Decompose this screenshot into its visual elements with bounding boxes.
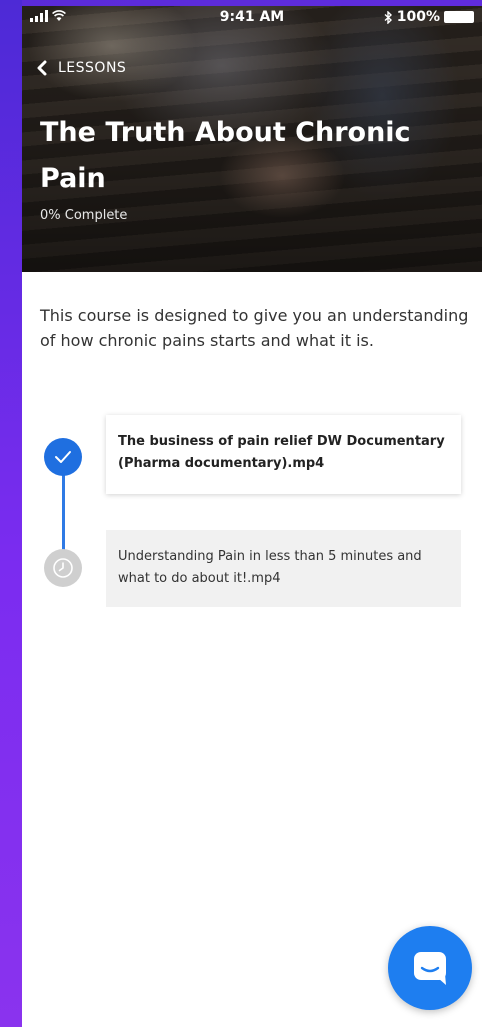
background-edge — [0, 0, 22, 1027]
status-right: 100% — [384, 9, 474, 25]
bluetooth-icon — [384, 10, 392, 24]
battery-percent: 100% — [396, 9, 440, 25]
back-button[interactable]: LESSONS — [36, 60, 126, 76]
course-title: The Truth About Chronic Pain — [40, 117, 411, 194]
phone-screen: 9:41 AM 100% LESSONS The Truth About Chr… — [22, 6, 482, 1027]
check-icon — [55, 451, 71, 463]
battery-icon — [444, 11, 474, 23]
lesson-item-2[interactable]: Understanding Pain in less than 5 minute… — [106, 530, 461, 607]
clock-icon — [53, 558, 73, 578]
chevron-left-icon — [37, 60, 47, 76]
lesson-status-pending — [44, 549, 82, 587]
lesson-item-1[interactable]: The business of pain relief DW Documenta… — [106, 415, 461, 494]
back-label: LESSONS — [58, 60, 127, 76]
lesson-status-completed — [44, 438, 82, 476]
lesson-title: The business of pain relief DW Documenta… — [118, 434, 445, 471]
chat-button[interactable] — [388, 926, 472, 1010]
course-description: This course is designed to give you an u… — [40, 306, 469, 350]
course-progress: 0% Complete — [40, 208, 128, 223]
status-bar: 9:41 AM 100% — [22, 6, 482, 30]
chat-bubble-icon — [414, 952, 446, 985]
course-header: 9:41 AM 100% LESSONS The Truth About Chr… — [22, 6, 482, 272]
lesson-title: Understanding Pain in less than 5 minute… — [118, 549, 422, 586]
